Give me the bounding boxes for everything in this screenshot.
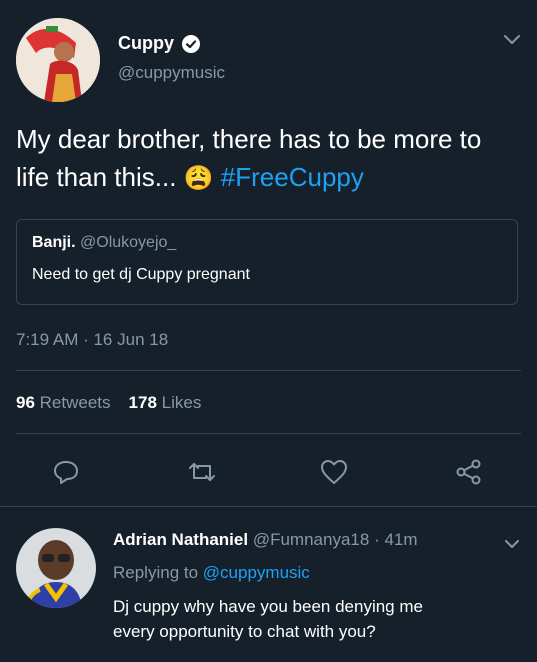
divider xyxy=(16,433,521,434)
hashtag-link[interactable]: #FreeCuppy xyxy=(221,162,364,192)
reply-author-avatar[interactable] xyxy=(16,528,96,608)
author-avatar[interactable] xyxy=(16,18,100,102)
reply-author-handle[interactable]: @Fumnanya18 xyxy=(253,530,370,549)
reply-text: Dj cuppy why have you been denying me ev… xyxy=(113,594,523,644)
replying-to-prefix: Replying to xyxy=(113,563,199,582)
reply-icon[interactable] xyxy=(50,456,82,488)
reply-text-line: Dj cuppy why have you been denying me xyxy=(113,597,423,616)
quoted-author-name: Banji. xyxy=(32,234,76,251)
weary-face-emoji: 😩 xyxy=(183,165,214,192)
quoted-author-handle: @Olukoyejo_ xyxy=(80,234,177,251)
reply-header: Adrian Nathaniel @Fumnanya18 · 41m xyxy=(113,530,418,550)
share-icon[interactable] xyxy=(453,456,485,488)
heart-icon[interactable] xyxy=(318,456,350,488)
likes-label: Likes xyxy=(161,393,202,412)
quoted-tweet-text: Need to get dj Cuppy pregnant xyxy=(32,266,250,283)
avatar-image xyxy=(16,18,100,102)
quoted-tweet-card[interactable]: Banji. @Olukoyejo_ Need to get dj Cuppy … xyxy=(16,219,518,305)
reply-avatar-image xyxy=(16,528,96,608)
reply-time: · 41m xyxy=(374,530,418,549)
chevron-down-icon[interactable] xyxy=(496,24,528,56)
retweet-icon[interactable] xyxy=(186,456,218,488)
replying-to-handle[interactable]: @cuppymusic xyxy=(203,563,310,582)
reply-text-line: every opportunity to chat with you? xyxy=(113,622,376,641)
retweets-count: 96 xyxy=(16,393,35,412)
verified-badge-icon xyxy=(182,34,200,53)
replying-to: Replying to @cuppymusic xyxy=(113,563,310,583)
likes-count: 178 xyxy=(128,393,157,412)
tweet-timestamp[interactable]: 7:19 AM · 16 Jun 18 xyxy=(16,330,168,350)
retweets-label: Retweets xyxy=(39,393,111,412)
author-name-row: Cuppy xyxy=(118,33,200,54)
tweet-text: My dear brother, there has to be more to… xyxy=(16,120,521,198)
retweets-stat[interactable]: 96 Retweets xyxy=(16,393,111,413)
chevron-down-icon[interactable] xyxy=(496,528,528,560)
divider xyxy=(16,370,521,371)
tweet-stats: 96 Retweets 178 Likes xyxy=(16,393,201,413)
likes-stat[interactable]: 178 Likes xyxy=(129,393,202,413)
section-divider xyxy=(0,506,537,507)
reply-author-name[interactable]: Adrian Nathaniel xyxy=(113,530,248,549)
author-handle[interactable]: @cuppymusic xyxy=(118,63,225,83)
author-name[interactable]: Cuppy xyxy=(118,33,174,54)
